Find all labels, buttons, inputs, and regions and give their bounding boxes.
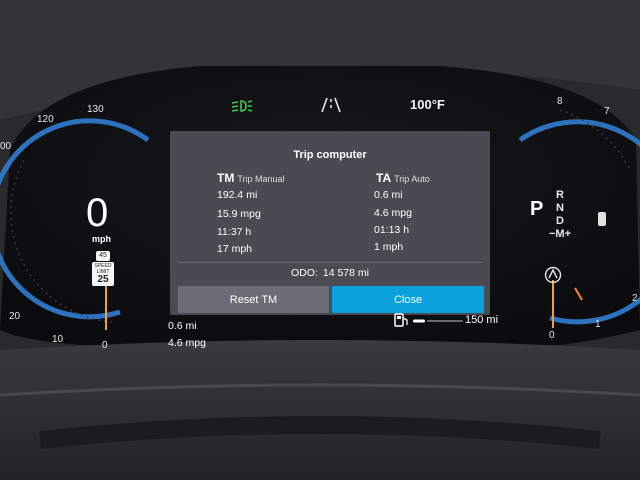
trip-manual-header: TM Trip Manual	[217, 171, 285, 185]
speed-unit: mph	[92, 234, 111, 244]
current-trip-economy: 4.6 mpg	[168, 337, 206, 349]
speed-assist-icon	[544, 266, 562, 284]
odometer-label: ODO:	[291, 267, 318, 279]
tacho-tick-8: 8	[557, 96, 563, 107]
tacho-tick-7: 7	[604, 106, 610, 117]
low-beam-headlight-icon	[231, 100, 253, 112]
current-trip-distance: 0.6 mi	[168, 320, 197, 332]
close-button[interactable]: Close	[332, 286, 484, 313]
speedo-tick-130: 130	[87, 104, 104, 115]
outside-temperature: 100°F	[410, 97, 445, 112]
fuel-range: 150 mi	[465, 314, 499, 326]
gear-option-n: N	[556, 202, 564, 214]
gear-manual: −M+	[548, 228, 571, 240]
trip-auto-label: Trip Auto	[394, 174, 430, 184]
door-icon	[598, 212, 606, 226]
fuel-pump-icon	[394, 313, 408, 327]
odometer-value: 14 578 mi	[322, 267, 369, 279]
gear-option-d: D	[556, 215, 564, 227]
manual-avg-speed: 17 mph	[217, 243, 253, 255]
auto-time: 01:13 h	[374, 224, 410, 236]
gear-options: R N D −M+	[548, 189, 572, 241]
speed-limit-value: 25	[97, 274, 109, 285]
speedo-tick-100: 00	[0, 141, 12, 152]
speedo-tick-10: 10	[52, 334, 64, 345]
auto-economy: 4.6 mpg	[374, 207, 412, 219]
tacho-tick-1: 1	[595, 319, 601, 330]
gear-selected: P	[530, 198, 544, 220]
auto-avg-speed: 1 mph	[374, 241, 404, 253]
manual-time: 11:37 h	[217, 226, 252, 238]
trip-computer-panel: Trip computer TM Trip Manual TA Trip Auto …	[170, 131, 490, 315]
gear-option-r: R	[556, 189, 564, 201]
trip-manual-label: Trip Manual	[237, 174, 285, 184]
panel-title: Trip computer	[293, 149, 367, 161]
reset-tm-button[interactable]: Reset TM	[178, 286, 329, 313]
manual-economy: 15.9 mpg	[217, 208, 261, 220]
panel-divider	[178, 262, 482, 263]
manual-distance: 192.4 mi	[217, 189, 258, 201]
trip-auto-code: TA	[376, 171, 392, 185]
speed-limit-sign: SPEED LIMIT 25	[92, 262, 114, 286]
tacho-tick-2: 2	[632, 293, 638, 304]
trip-manual-code: TM	[217, 171, 235, 185]
route-sign: 45	[96, 251, 110, 261]
trip-auto-header: TA Trip Auto	[376, 171, 430, 185]
fuel-level-bar	[413, 319, 463, 323]
auto-distance: 0.6 mi	[374, 189, 403, 201]
speedo-tick-20: 20	[9, 311, 21, 322]
odometer: ODO: 14 578 mi	[170, 267, 490, 279]
lane-assist-icon	[321, 97, 341, 113]
current-speed: 0	[86, 191, 109, 235]
tacho-tick-0: 0	[549, 330, 555, 341]
speedo-tick-120: 120	[37, 114, 54, 125]
speedo-tick-0: 0	[102, 340, 108, 351]
